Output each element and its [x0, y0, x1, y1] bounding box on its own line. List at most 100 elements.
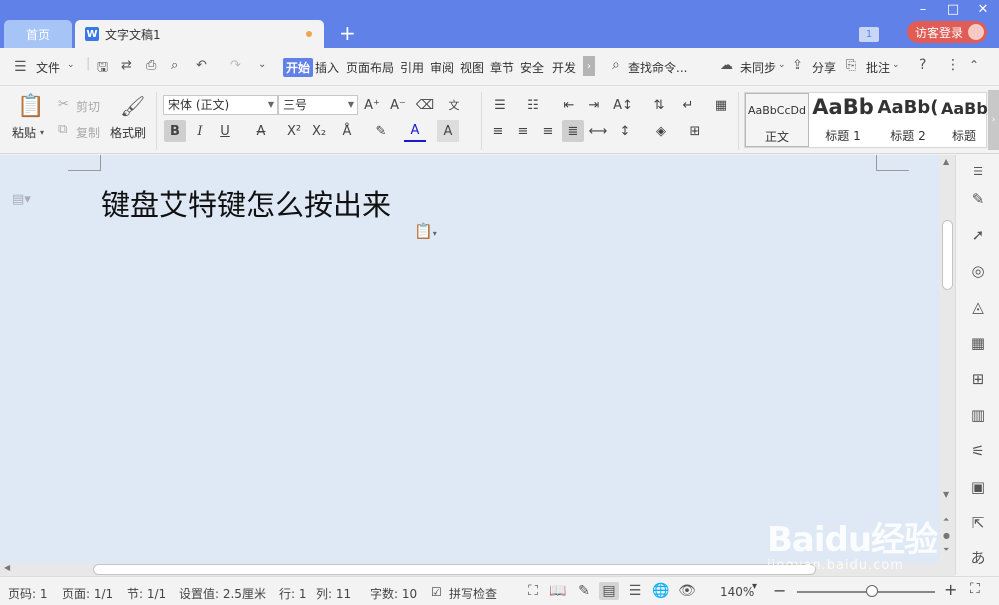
style-normal[interactable]: AaBbCcDd 正文	[745, 93, 809, 147]
chevron-down-icon[interactable]: ⌄	[892, 60, 900, 70]
cursor-select-icon[interactable]: ➚	[968, 225, 988, 245]
tab-references[interactable]: 引用	[400, 59, 424, 76]
minimize-button[interactable]: –	[908, 0, 938, 18]
prev-page-icon[interactable]: ⏶	[943, 515, 949, 525]
horizontal-scrollbar[interactable]: ◀	[0, 563, 955, 576]
redo-icon[interactable]: ↷	[230, 58, 241, 73]
print-icon[interactable]: ⎙	[146, 58, 156, 73]
text-effect-button[interactable]: Å	[336, 120, 358, 142]
fit-page-icon[interactable]: ⛶	[970, 581, 980, 597]
image-gallery-icon[interactable]: ▣	[968, 477, 988, 497]
superscript-button[interactable]: X²	[283, 120, 305, 142]
more-options-icon[interactable]: ⋮	[946, 57, 960, 73]
quick-access-dropdown-icon[interactable]: ⌄	[258, 59, 266, 70]
share-export-icon[interactable]: ⇱	[968, 513, 988, 533]
web-view-icon[interactable]: 🌐	[651, 582, 671, 600]
collapse-ribbon-icon[interactable]: ⌃	[969, 58, 979, 72]
numbered-list-icon[interactable]: ☷	[522, 94, 544, 116]
comment-button[interactable]: 批注	[866, 59, 890, 76]
undo-icon[interactable]: ↶	[196, 58, 207, 73]
tab-security[interactable]: 安全	[520, 59, 544, 76]
scroll-left-icon[interactable]: ◀	[4, 563, 10, 572]
chevron-down-icon[interactable]: ▾	[752, 581, 757, 592]
style-pane-icon[interactable]: ◬	[968, 297, 988, 317]
shrink-font-icon[interactable]: A⁻	[387, 94, 409, 116]
align-center-icon[interactable]: ≡	[512, 120, 534, 142]
vertical-scrollbar[interactable]: ▲ ▼ ⏶ ● ⏷	[940, 155, 955, 563]
maximize-button[interactable]: □	[938, 0, 968, 18]
sort-icon[interactable]: ⇅	[648, 94, 670, 116]
chinese-layout-icon[interactable]: A↕	[612, 94, 634, 116]
tab-developer[interactable]: 开发	[552, 59, 576, 76]
scroll-down-icon[interactable]: ▼	[943, 490, 949, 499]
horizontal-scroll-thumb[interactable]	[93, 564, 816, 575]
page-number[interactable]: 页码: 1	[8, 585, 48, 602]
zoom-slider-knob[interactable]	[866, 585, 878, 597]
style-title[interactable]: AaBb 标题	[941, 93, 987, 147]
clear-format-icon[interactable]: ⌫	[414, 94, 436, 116]
file-menu[interactable]: 文件	[36, 59, 60, 76]
distributed-align-icon[interactable]: ⟷	[587, 120, 609, 142]
chart-icon[interactable]: ▥	[968, 405, 988, 425]
paste-icon[interactable]: 📋	[17, 94, 44, 119]
show-marks-icon[interactable]: ↵	[677, 94, 699, 116]
chevron-down-icon[interactable]: ⌄	[67, 60, 75, 70]
tab-review[interactable]: 审阅	[430, 59, 454, 76]
select-browse-icon[interactable]: ●	[943, 531, 950, 540]
document-heading[interactable]: 键盘艾特键怎么按出来	[101, 182, 391, 224]
table-icon[interactable]: ▦	[968, 333, 988, 353]
tab-home[interactable]: 首页	[4, 20, 72, 48]
settings-sliders-icon[interactable]: ⚟	[968, 441, 988, 461]
chevron-right-icon[interactable]: ›	[583, 56, 595, 76]
save-icon[interactable]: 🖫	[97, 58, 108, 80]
styles-scroll-icon[interactable]: ›	[988, 90, 999, 150]
sidebar-menu-icon[interactable]: ☰	[968, 161, 988, 181]
export-pdf-icon[interactable]: ⇄	[121, 58, 132, 73]
close-button[interactable]: ✕	[968, 0, 998, 18]
share-button[interactable]: 分享	[812, 59, 836, 76]
pen-icon[interactable]: ✎	[968, 189, 988, 209]
paste-button[interactable]: 粘贴	[12, 124, 36, 141]
shading-icon[interactable]: ◈	[650, 120, 672, 142]
zoom-in-icon[interactable]: +	[944, 580, 957, 599]
align-left-icon[interactable]: ≡	[487, 120, 509, 142]
tab-insert[interactable]: 插入	[315, 59, 339, 76]
hamburger-menu-icon[interactable]: ☰	[14, 59, 27, 75]
tab-chapter[interactable]: 章节	[490, 59, 514, 76]
tab-view[interactable]: 视图	[460, 59, 484, 76]
writing-mode-icon[interactable]: ✎	[574, 582, 594, 600]
italic-button[interactable]: I	[189, 120, 211, 142]
help-icon[interactable]: ?	[919, 57, 926, 73]
align-right-icon[interactable]: ≡	[537, 120, 559, 142]
fullscreen-icon[interactable]: ⛶	[523, 582, 543, 600]
outline-view-icon[interactable]: ☰	[625, 582, 645, 600]
underline-button[interactable]: U	[214, 120, 236, 142]
tab-start[interactable]: 开始	[283, 58, 314, 77]
style-heading-1[interactable]: AaBb 标题 1	[811, 93, 875, 147]
apps-grid-icon[interactable]: ⊞	[968, 369, 988, 389]
font-name-select[interactable]: 宋体 (正文) ▼	[163, 95, 278, 115]
justify-icon[interactable]: ≣	[562, 120, 584, 142]
scroll-up-icon[interactable]: ▲	[943, 157, 949, 166]
format-painter-button[interactable]: 格式刷	[110, 124, 146, 141]
guest-login-button[interactable]: 访客登录	[907, 21, 987, 43]
style-heading-2[interactable]: AaBb( 标题 2	[876, 93, 940, 147]
subscript-button[interactable]: X₂	[308, 120, 330, 142]
bullet-list-icon[interactable]: ☰	[489, 94, 511, 116]
line-spacing-icon[interactable]: ↕	[614, 120, 636, 142]
chevron-down-icon[interactable]: ▾	[40, 128, 44, 137]
row-number[interactable]: 行: 1	[279, 585, 307, 602]
document-canvas[interactable]: ▤▾ 键盘艾特键怎么按出来 📋▾	[0, 155, 940, 563]
decrease-indent-icon[interactable]: ⇤	[558, 94, 580, 116]
borders-icon[interactable]: ⊞	[684, 120, 706, 142]
reading-mode-icon[interactable]: 📖	[548, 582, 568, 600]
char-shading-button[interactable]: A	[437, 120, 459, 142]
window-count-badge[interactable]: 1	[859, 27, 879, 42]
highlight-button[interactable]: ✎	[370, 120, 392, 142]
print-preview-icon[interactable]: ⌕	[171, 58, 178, 73]
format-painter-icon[interactable]: 🖌	[120, 94, 145, 118]
translate-icon[interactable]: あ	[968, 547, 988, 567]
tab-document[interactable]: W 文字文稿1	[75, 20, 324, 48]
command-search[interactable]: 查找命令...	[628, 59, 687, 76]
position-setting[interactable]: 设置值: 2.5厘米	[179, 585, 266, 602]
